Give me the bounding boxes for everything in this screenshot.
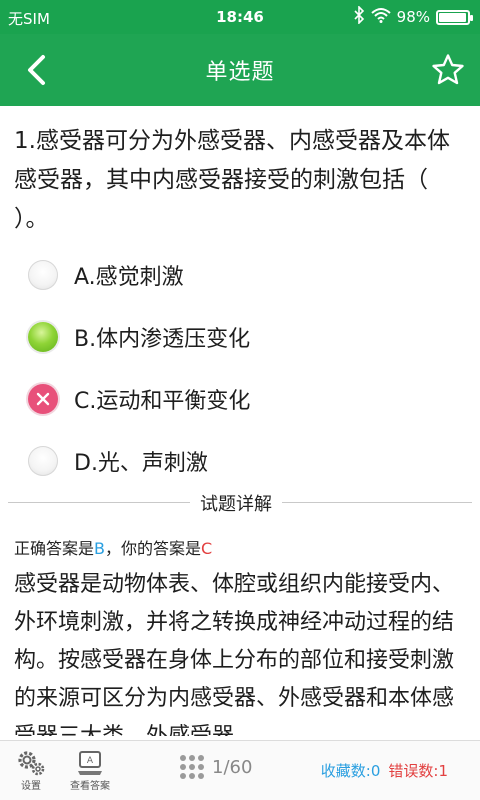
status-bar: 无SIM 18:46 98% <box>0 0 480 34</box>
header-bar: 单选题 <box>0 34 480 106</box>
back-button[interactable] <box>18 52 54 88</box>
status-icons: 98% <box>353 5 473 28</box>
pager-text: 1/60 <box>212 756 253 778</box>
settings-label: 设置 <box>21 781 41 792</box>
battery-percent: 98% <box>396 8 430 26</box>
correct-answer-prefix: 正确答案是 <box>14 539 95 558</box>
correct-answer-value: B <box>94 539 105 558</box>
bottom-toolbar: 设置 A 查看答案 1/60 收藏数:0 错误数:1 <box>0 740 480 800</box>
option-label: D.光、声刺激 <box>74 451 208 476</box>
option-d[interactable]: D.光、声刺激 <box>0 430 480 492</box>
view-answer-button[interactable]: A 查看答案 <box>70 749 110 792</box>
settings-button[interactable]: 设置 <box>16 749 46 792</box>
answer-summary: 正确答案是B，你的答案是C <box>14 535 212 559</box>
chevron-left-icon <box>28 55 45 85</box>
section-title: 试题详解 <box>190 490 282 516</box>
grid-icon <box>180 755 204 779</box>
svg-text:A: A <box>87 756 94 766</box>
radio-wrong-icon <box>28 384 58 414</box>
option-list: A.感觉刺激 B.体内渗透压变化 C.运动和平衡变化 D.光、声刺激 <box>0 244 480 492</box>
stats: 收藏数:0 错误数:1 <box>321 760 448 781</box>
view-answer-label: 查看答案 <box>70 781 110 792</box>
errors-count[interactable]: 错误数:1 <box>388 760 448 781</box>
bluetooth-icon <box>353 5 365 28</box>
radio-unselected-icon <box>28 446 58 476</box>
option-b[interactable]: B.体内渗透压变化 <box>0 306 480 368</box>
option-label: A.感觉刺激 <box>74 265 184 290</box>
favorite-button[interactable] <box>428 50 468 90</box>
favorites-count[interactable]: 收藏数:0 <box>321 760 381 781</box>
page-title: 单选题 <box>205 60 275 85</box>
my-answer-prefix: ，你的答案是 <box>105 539 202 558</box>
answer-sheet-icon: A <box>78 751 102 775</box>
battery-icon <box>436 9 473 25</box>
radio-correct-icon <box>28 322 58 352</box>
question-pager[interactable]: 1/60 <box>180 755 252 779</box>
cross-icon <box>36 392 50 406</box>
battery-fill <box>439 12 467 22</box>
wifi-icon <box>370 7 391 27</box>
star-icon <box>432 54 464 85</box>
my-answer-value: C <box>201 539 213 558</box>
option-label: C.运动和平衡变化 <box>74 389 251 414</box>
question-text: 1.感受器可分为外感受器、内感受器及本体感受器，其中内感受器接受的刺激包括（ ）… <box>14 128 450 232</box>
option-label: B.体内渗透压变化 <box>74 327 251 352</box>
explanation-text: 感受器是动物体表、体腔或组织内能接受内、外环境刺激，并将之转换成神经冲动过程的结… <box>14 572 455 736</box>
radio-unselected-icon <box>28 260 58 290</box>
option-a[interactable]: A.感觉刺激 <box>0 244 480 306</box>
option-c[interactable]: C.运动和平衡变化 <box>0 368 480 430</box>
gear-icon <box>18 751 45 776</box>
